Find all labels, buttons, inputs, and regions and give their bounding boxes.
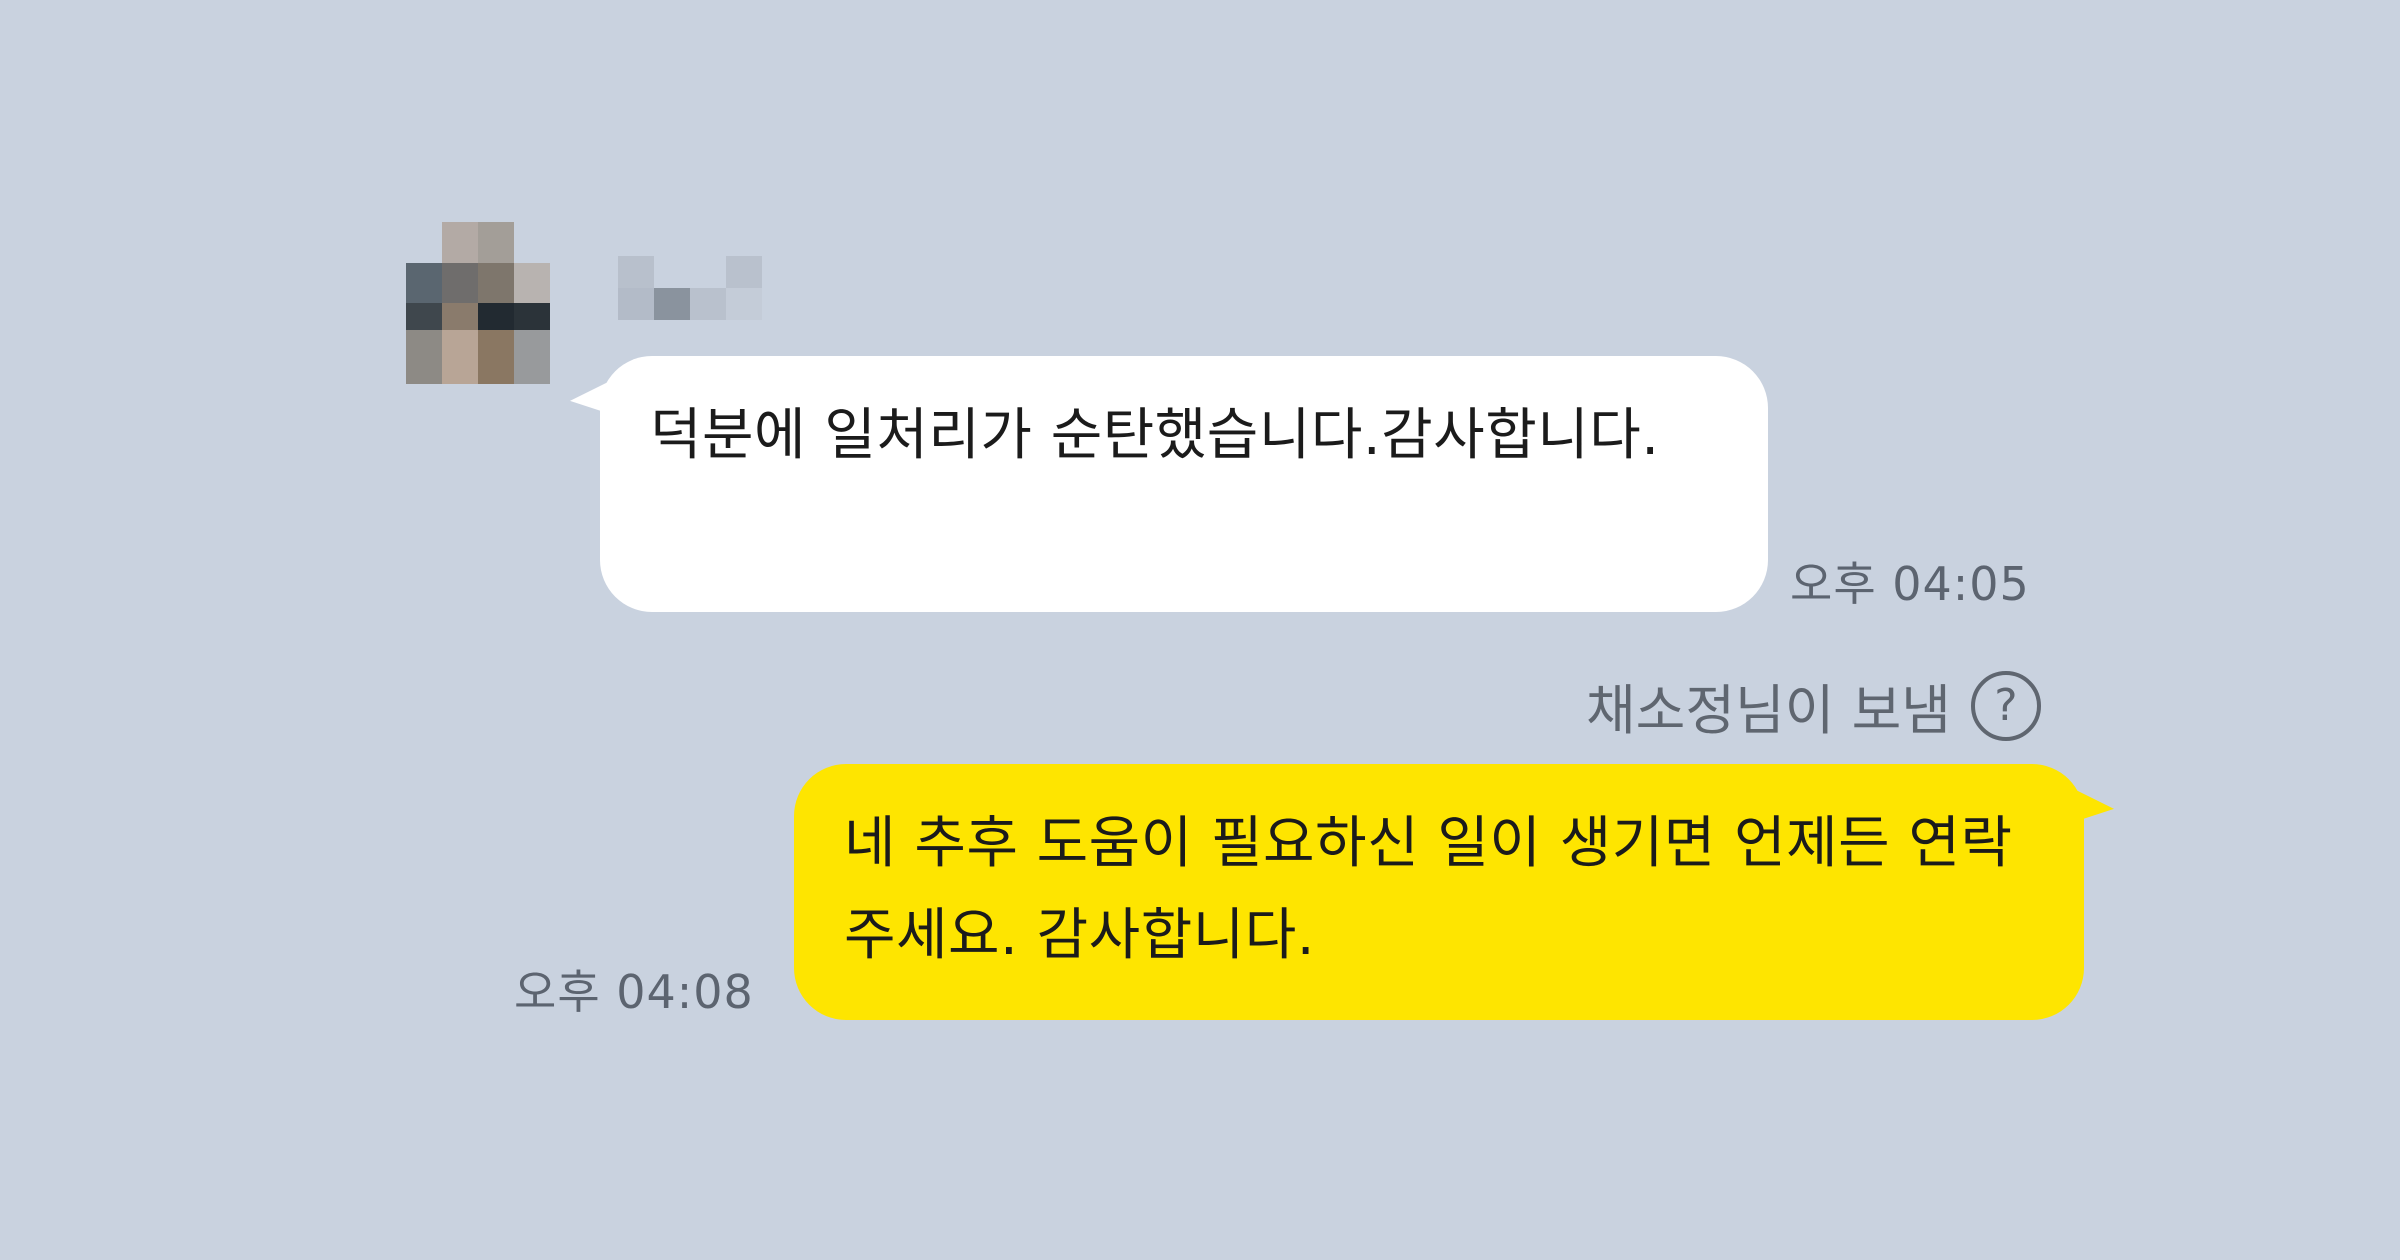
avatar-bottom-row (406, 330, 550, 384)
incoming-message-text: 덕분에 일처리가 순탄했습니다.감사합니다. (650, 403, 1660, 468)
outgoing-message-time: 오후 04:08 (514, 965, 754, 1019)
sent-by-label: 채소정님이 보냄 (1586, 679, 1951, 742)
outgoing-message-text: 네 추후 도움이 필요하신 일이 생기면 언제든 연락 주세요. 감사합니다. (844, 811, 2013, 968)
sender-name-blurred (618, 256, 762, 320)
sent-by-row: 채소정님이 보냄 ? (1586, 666, 2041, 745)
incoming-message-time: 오후 04:05 (1790, 557, 2030, 611)
chat-screen: 덕분에 일처리가 순탄했습니다.감사합니다. 오후 04:05 채소정님이 보냄… (0, 0, 2400, 1260)
outgoing-message-bubble[interactable]: 네 추후 도움이 필요하신 일이 생기면 언제든 연락 주세요. 감사합니다. (794, 762, 2114, 1020)
incoming-message-bubble[interactable]: 덕분에 일처리가 순탄했습니다.감사합니다. (570, 354, 1768, 612)
bubble-tail (2058, 762, 2114, 828)
bubble-tail (570, 354, 626, 420)
help-icon[interactable]: ? (1970, 670, 2041, 741)
